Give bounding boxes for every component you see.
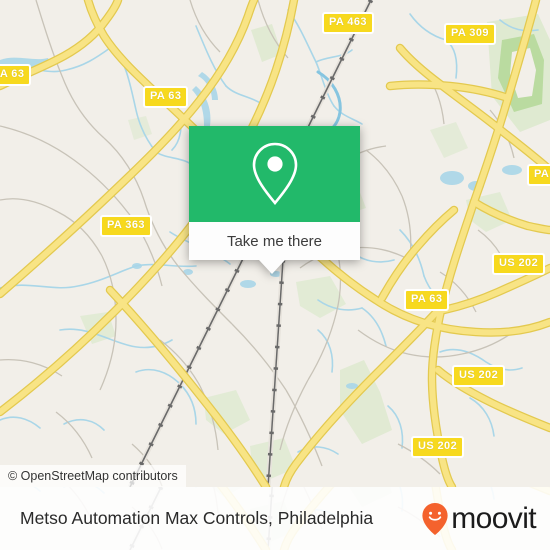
map-pin-icon [252, 142, 297, 206]
location-popup[interactable]: Take me there [189, 126, 360, 274]
road-shield: US 202 [492, 253, 546, 275]
road-shield: PA 309 [444, 23, 496, 45]
popup-header [189, 126, 360, 222]
road-shield: PA 463 [322, 12, 374, 34]
map-attribution[interactable]: © OpenStreetMap contributors [0, 465, 186, 487]
road-shield: PA 63 [0, 64, 32, 86]
moovit-pin-smiley-icon [422, 502, 448, 535]
road-shield: PA 63 [404, 289, 450, 311]
bottom-bar: Metso Automation Max Controls, Philadelp… [0, 487, 550, 550]
moovit-logo[interactable]: moovit [421, 501, 537, 536]
road-shield: PA 363 [100, 215, 152, 237]
popup-tail [259, 260, 285, 274]
map-screenshot: PA 63 PA 63 PA 463 PA 309 PA 363 PA US 202 PA 6… [0, 0, 550, 550]
popup-footer[interactable]: Take me there [189, 222, 360, 260]
road-shield: US 202 [452, 365, 506, 387]
road-shield: US 202 [411, 436, 465, 458]
place-title: Metso Automation Max Controls, Philadelp… [20, 508, 374, 528]
road-shield: PA 63 [143, 86, 189, 108]
road-shield: PA [527, 164, 550, 186]
moovit-wordmark: moovit [451, 501, 536, 535]
take-me-there-label: Take me there [226, 232, 323, 250]
